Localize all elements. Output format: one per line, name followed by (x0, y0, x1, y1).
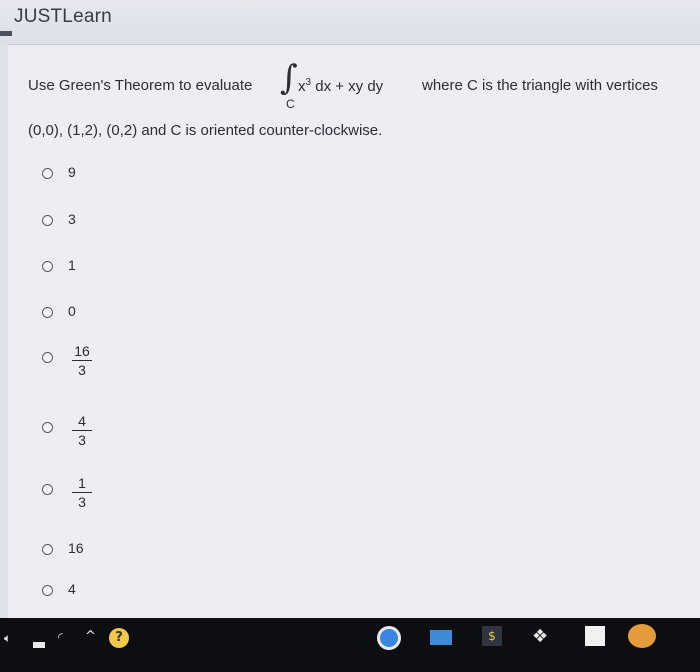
fraction-bar (72, 492, 92, 493)
fraction-denominator: 3 (78, 432, 86, 448)
option-label: 1 (68, 257, 76, 273)
taskbar: 🔈︎ ◜ ^ ? $ ❖ (0, 618, 700, 672)
option-0[interactable]: 0 (42, 303, 76, 319)
help-icon[interactable]: ? (109, 628, 129, 648)
option-4[interactable]: 4 (42, 581, 76, 597)
option-label: 16 (68, 540, 84, 556)
question-suffix: where C is the triangle with vertices (422, 77, 658, 94)
battery-icon[interactable] (33, 637, 45, 652)
wifi-icon[interactable]: ◜ (58, 630, 63, 644)
fraction-numerator: 16 (74, 343, 90, 359)
option-1[interactable]: 1 (42, 257, 76, 273)
option-1-over-3[interactable]: 1 3 (42, 475, 92, 510)
fraction: 16 3 (70, 343, 94, 378)
badge-icon[interactable] (585, 626, 605, 650)
option-9[interactable]: 9 (42, 164, 76, 180)
option-4-over-3[interactable]: 4 3 (42, 413, 92, 448)
option-16-over-3[interactable]: 16 3 (42, 343, 92, 378)
fraction-bar (72, 360, 92, 361)
radio-button[interactable] (42, 484, 53, 495)
chevron-up-icon[interactable]: ^ (85, 629, 96, 644)
fraction-denominator: 3 (78, 362, 86, 378)
option-label: 3 (68, 211, 76, 227)
accent-bar (0, 31, 12, 36)
question-card: Use Green's Theorem to evaluate ∫ C x3 d… (8, 44, 700, 619)
radio-button[interactable] (42, 544, 53, 555)
radio-button[interactable] (42, 215, 53, 226)
radio-button[interactable] (42, 307, 53, 318)
integrand-x: x (298, 78, 306, 95)
mail-icon[interactable] (628, 624, 656, 652)
integrand: x3 dx + xy dy (298, 77, 383, 95)
radio-button[interactable] (42, 261, 53, 272)
radio-button[interactable] (42, 585, 53, 596)
option-16[interactable]: 16 (42, 540, 84, 556)
integral-symbol: ∫ (280, 58, 298, 98)
chrome-icon[interactable] (377, 626, 401, 654)
option-3[interactable]: 3 (42, 211, 76, 227)
option-label: 4 (68, 581, 76, 597)
integral-subscript: C (286, 97, 295, 111)
app-header: JUSTLearn (0, 0, 700, 44)
question-prefix: Use Green's Theorem to evaluate (28, 77, 253, 94)
fraction-numerator: 1 (78, 475, 86, 491)
fraction-denominator: 3 (78, 494, 86, 510)
fraction-numerator: 4 (78, 413, 86, 429)
speaker-icon[interactable]: 🔈︎ (4, 631, 11, 646)
option-label: 0 (68, 303, 76, 319)
fraction: 1 3 (70, 475, 94, 510)
fraction: 4 3 (70, 413, 94, 448)
app-icon[interactable]: $ (482, 626, 502, 646)
fraction-bar (72, 430, 92, 431)
radio-button[interactable] (42, 352, 53, 363)
integrand-rest: dx + xy dy (311, 78, 384, 95)
dropbox-icon[interactable]: ❖ (532, 626, 548, 647)
app-title: JUSTLearn (14, 6, 112, 27)
radio-button[interactable] (42, 168, 53, 179)
radio-button[interactable] (42, 422, 53, 433)
option-label: 9 (68, 164, 76, 180)
question-line-2: (0,0), (1,2), (0,2) and C is oriented co… (28, 122, 383, 139)
files-icon[interactable] (430, 630, 452, 649)
